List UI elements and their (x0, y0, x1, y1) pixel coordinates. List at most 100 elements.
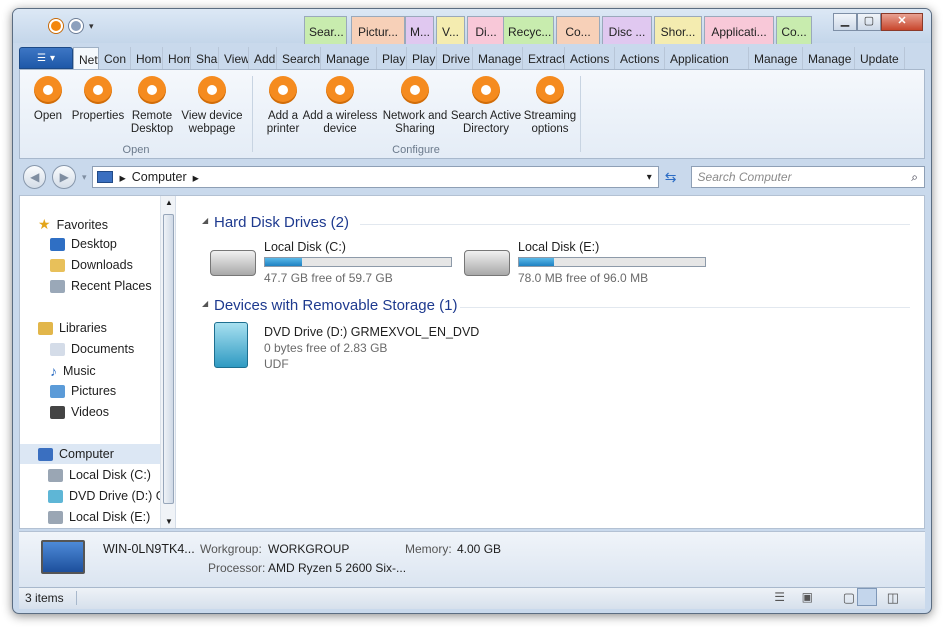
drive-e[interactable]: Local Disk (E:) 78.0 MB free of 96.0 MB (464, 240, 706, 285)
close-button[interactable]: ✕ (881, 13, 923, 31)
network-sharing-button[interactable]: Network and Sharing (380, 76, 450, 136)
hard-disk-drives-header[interactable]: Hard Disk Drives (2) (214, 214, 349, 231)
details-view-icon[interactable]: ☰ (774, 590, 785, 604)
tab-8[interactable]: Manage (321, 47, 377, 69)
tab-14[interactable]: Actions (565, 47, 615, 69)
address-dropdown-icon[interactable]: ▾ (647, 172, 652, 183)
tab-10[interactable]: Play (407, 47, 437, 69)
back-button[interactable]: ◀ (23, 165, 47, 189)
nav-computer[interactable]: Computer (20, 444, 160, 464)
breadcrumb-computer[interactable]: Computer (132, 170, 187, 184)
address-box[interactable]: ▸ Computer ▸ ▾ (92, 166, 659, 188)
tab-17[interactable]: Manage (749, 47, 803, 69)
preview-pane-icon[interactable]: ◫ (887, 590, 899, 606)
tab-11[interactable]: Drive (437, 47, 473, 69)
printer-icon (269, 76, 297, 104)
drive-e-free: 78.0 MB free of 96.0 MB (518, 271, 649, 285)
memory-label: Memory: (405, 542, 452, 556)
context-tab-3[interactable]: V... (436, 16, 465, 44)
network-sharing-label: Network and Sharing (382, 110, 448, 135)
collapse-group-icon[interactable]: ◢ (202, 299, 208, 308)
remote-desktop-button[interactable]: Remote Desktop (128, 76, 176, 136)
refresh-icon[interactable]: ⇆ (665, 169, 677, 186)
nav-pictures[interactable]: Pictures (50, 384, 116, 398)
drive-d[interactable]: DVD Drive (D:) GRMEXVOL_EN_DVD 0 bytes f… (210, 322, 490, 372)
tab-16[interactable]: Application (665, 47, 749, 69)
recent-pages-icon[interactable]: ▾ (82, 172, 87, 183)
removable-storage-header[interactable]: Devices with Removable Storage (1) (214, 297, 457, 314)
nav-favorites[interactable]: ★ Favorites (38, 216, 108, 233)
customize-qat-icon[interactable]: ▾ (89, 21, 94, 32)
downloads-icon (50, 258, 65, 272)
nav-documents[interactable]: Documents (50, 342, 134, 356)
search-active-directory-button[interactable]: Search Active Directory (450, 76, 522, 136)
tab-12[interactable]: Manage (473, 47, 523, 69)
context-tab-5[interactable]: Recyc... (503, 16, 554, 44)
nav-downloads[interactable]: Downloads (50, 258, 133, 272)
nav-local-disk-c[interactable]: Local Disk (C:) (48, 468, 151, 482)
tab-6[interactable]: Add (249, 47, 277, 69)
tab-4[interactable]: Shar (191, 47, 219, 69)
scrollbar-thumb[interactable] (163, 214, 174, 504)
tab-0[interactable]: Netv (73, 47, 99, 69)
nav-dvd-drive[interactable]: DVD Drive (D:) GRMEXVOL_EN_DVD (48, 489, 175, 503)
context-tab-2[interactable]: M... (405, 16, 434, 44)
context-tab-0[interactable]: Sear... (304, 16, 347, 44)
scroll-down-icon[interactable]: ▼ (165, 517, 173, 526)
forward-button[interactable]: ▶ (52, 165, 76, 189)
processor-label: Processor: (208, 561, 266, 575)
group-label-open: Open (122, 144, 150, 156)
properties-quick-icon[interactable] (49, 19, 63, 33)
drive-c[interactable]: Local Disk (C:) 47.7 GB free of 59.7 GB (210, 240, 452, 285)
nav-videos[interactable]: Videos (50, 405, 109, 419)
tab-2[interactable]: Hom (131, 47, 163, 69)
tab-7[interactable]: Search (277, 47, 321, 69)
tab-15[interactable]: Actions (615, 47, 665, 69)
tab-18[interactable]: Manage (803, 47, 855, 69)
layout-icon[interactable]: ▢ (843, 590, 855, 606)
title-bar: ▾ Sear... Pictur... M... V... Di... Recyc... C… (13, 9, 931, 44)
details-pane-toggle-icon[interactable] (857, 588, 877, 606)
application-menu-button[interactable]: ☰ ▾ (19, 47, 73, 69)
nav-recent-places[interactable]: Recent Places (50, 279, 152, 293)
new-folder-quick-icon[interactable] (69, 19, 83, 33)
context-tab-10[interactable]: Co... (776, 16, 812, 44)
properties-button[interactable]: Properties (70, 76, 126, 123)
search-input[interactable]: Search Computer ⌕ (690, 166, 925, 188)
streaming-options-button[interactable]: Streaming options (520, 76, 580, 136)
content-pane: ◢ Hard Disk Drives (2) Local Disk (C:) 4… (180, 196, 924, 528)
wireless-icon (326, 76, 354, 104)
view-device-webpage-button[interactable]: View device webpage (176, 76, 248, 136)
tab-13[interactable]: Extract (523, 47, 565, 69)
nav-local-disk-e[interactable]: Local Disk (E:) (48, 510, 150, 524)
context-tab-7[interactable]: Disc ... (602, 16, 652, 44)
tab-1[interactable]: Con (99, 47, 131, 69)
videos-icon (50, 405, 65, 419)
breadcrumb-arrow-icon[interactable]: ▸ (119, 170, 125, 185)
search-icon[interactable]: ⌕ (911, 167, 918, 187)
drive-d-free: 0 bytes free of 2.83 GB (264, 341, 388, 355)
context-tab-8[interactable]: Shor... (654, 16, 702, 44)
context-tab-6[interactable]: Co... (556, 16, 600, 44)
quick-access-toolbar: ▾ (49, 19, 94, 33)
tab-3[interactable]: Hom (163, 47, 191, 69)
minimize-button[interactable]: ▁ (833, 13, 857, 31)
context-tab-4[interactable]: Di... (467, 16, 505, 44)
add-wireless-device-button[interactable]: Add a wireless device (300, 76, 380, 136)
nav-music[interactable]: ♪ Music (50, 363, 96, 379)
tab-19[interactable]: Update (855, 47, 905, 69)
preview-icon[interactable]: ▣ (802, 590, 813, 604)
open-button[interactable]: Open (28, 76, 68, 123)
collapse-group-icon[interactable]: ◢ (202, 216, 208, 225)
nav-c-label: Local Disk (C:) (69, 468, 151, 482)
maximize-button[interactable]: ▢ (857, 13, 881, 31)
nav-libraries[interactable]: Libraries (38, 321, 107, 335)
breadcrumb-arrow-icon[interactable]: ▸ (193, 170, 199, 185)
tab-9[interactable]: Play (377, 47, 407, 69)
scroll-up-icon[interactable]: ▲ (165, 198, 173, 207)
nav-scrollbar[interactable]: ▲ ▼ (160, 196, 175, 528)
nav-desktop[interactable]: Desktop (50, 237, 117, 251)
context-tab-9[interactable]: Applicati... (704, 16, 774, 44)
tab-5[interactable]: View (219, 47, 249, 69)
context-tab-1[interactable]: Pictur... (351, 16, 405, 44)
